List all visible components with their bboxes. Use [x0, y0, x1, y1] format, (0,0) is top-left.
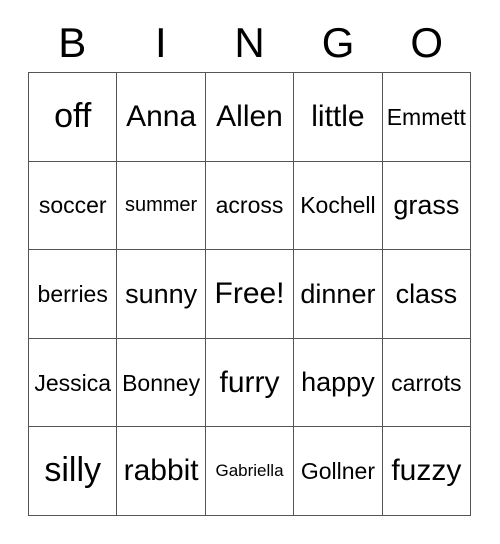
- bingo-cell-free-space-text: Free!: [214, 277, 285, 311]
- bingo-cell-b1-text: off: [54, 96, 92, 135]
- bingo-header-letter-b-text: B: [58, 19, 87, 66]
- bingo-cell-g1[interactable]: little: [294, 73, 383, 162]
- bingo-cell-g3-text: dinner: [300, 278, 376, 309]
- bingo-cell-i4-text: Bonney: [122, 369, 201, 396]
- bingo-cell-i4[interactable]: Bonney: [117, 338, 206, 428]
- bingo-cell-n1-text: Allen: [216, 100, 283, 134]
- bingo-header-letter-i-text: I: [155, 19, 167, 66]
- bingo-cell-o4[interactable]: carrots: [382, 338, 472, 428]
- bingo-header-letter-g-text: G: [321, 19, 355, 66]
- bingo-row: off Anna Allen little Emmett: [29, 73, 472, 162]
- bingo-cell-g2-text: Kochell: [300, 192, 376, 219]
- bingo-cell-o5[interactable]: fuzzy: [382, 427, 472, 516]
- bingo-cell-g2[interactable]: Kochell: [294, 161, 383, 251]
- bingo-header-letter-g: G: [294, 18, 383, 68]
- bingo-cell-g4-text: happy: [301, 367, 375, 398]
- bingo-cell-o3[interactable]: class: [382, 250, 472, 339]
- bingo-header-letter-b: B: [28, 18, 117, 68]
- bingo-cell-n1[interactable]: Allen: [205, 73, 295, 162]
- bingo-cell-b3[interactable]: berries: [29, 250, 118, 339]
- bingo-header-letter-o-text: O: [410, 19, 443, 66]
- bingo-cell-i3-text: sunny: [125, 278, 198, 309]
- bingo-cell-n2[interactable]: across: [205, 161, 295, 251]
- bingo-cell-b2[interactable]: soccer: [29, 161, 118, 251]
- bingo-cell-g3[interactable]: dinner: [294, 250, 383, 339]
- bingo-cell-n4[interactable]: furry: [205, 338, 295, 428]
- bingo-cell-o5-text: fuzzy: [391, 454, 462, 488]
- bingo-cell-b1[interactable]: off: [29, 73, 118, 162]
- bingo-cell-n4-text: furry: [219, 365, 280, 399]
- bingo-header-letter-n-text: N: [234, 19, 265, 66]
- bingo-cell-i2-text: summer: [124, 193, 198, 216]
- bingo-cell-n5-text: Gabriella: [215, 461, 284, 481]
- bingo-cell-b5[interactable]: silly: [29, 427, 118, 516]
- bingo-row: berries sunny Free! dinner class: [29, 250, 472, 339]
- bingo-cell-i5[interactable]: rabbit: [117, 427, 206, 516]
- bingo-cell-g5[interactable]: Gollner: [294, 427, 383, 516]
- bingo-cell-o1[interactable]: Emmett: [382, 73, 472, 162]
- bingo-cell-free-space[interactable]: Free!: [205, 250, 295, 339]
- bingo-card: B I N G O off Anna Allen little Emmett s…: [0, 0, 500, 544]
- bingo-cell-i3[interactable]: sunny: [117, 250, 206, 339]
- bingo-cell-b4[interactable]: Jessica: [29, 338, 118, 428]
- bingo-row: silly rabbit Gabriella Gollner fuzzy: [29, 427, 472, 516]
- bingo-header-letter-n: N: [205, 18, 294, 68]
- bingo-header-letter-o: O: [382, 18, 471, 68]
- bingo-cell-i1-text: Anna: [126, 100, 197, 134]
- bingo-header-letter-i: I: [117, 18, 206, 68]
- bingo-cell-i2[interactable]: summer: [117, 161, 206, 251]
- bingo-cell-o2[interactable]: grass: [382, 161, 472, 251]
- bingo-cell-b3-text: berries: [37, 280, 108, 307]
- bingo-cell-b5-text: silly: [44, 451, 102, 490]
- bingo-header-row: B I N G O: [28, 18, 471, 68]
- bingo-cell-i1[interactable]: Anna: [117, 73, 206, 162]
- bingo-cell-g1-text: little: [311, 100, 365, 134]
- bingo-cell-n5[interactable]: Gabriella: [205, 427, 295, 516]
- bingo-cell-o1-text: Emmett: [386, 103, 466, 130]
- bingo-cell-b2-text: soccer: [38, 192, 107, 219]
- bingo-cell-o4-text: carrots: [391, 369, 462, 396]
- bingo-cell-n2-text: across: [215, 192, 284, 219]
- bingo-cell-i5-text: rabbit: [123, 454, 199, 488]
- bingo-cell-o3-text: class: [395, 278, 458, 309]
- bingo-grid: off Anna Allen little Emmett soccer summ…: [28, 72, 472, 516]
- bingo-row: Jessica Bonney furry happy carrots: [29, 338, 472, 428]
- bingo-cell-g4[interactable]: happy: [294, 338, 383, 428]
- bingo-row: soccer summer across Kochell grass: [29, 161, 472, 251]
- bingo-cell-o2-text: grass: [393, 190, 460, 221]
- bingo-cell-g5-text: Gollner: [300, 458, 375, 485]
- bingo-cell-b4-text: Jessica: [34, 369, 112, 396]
